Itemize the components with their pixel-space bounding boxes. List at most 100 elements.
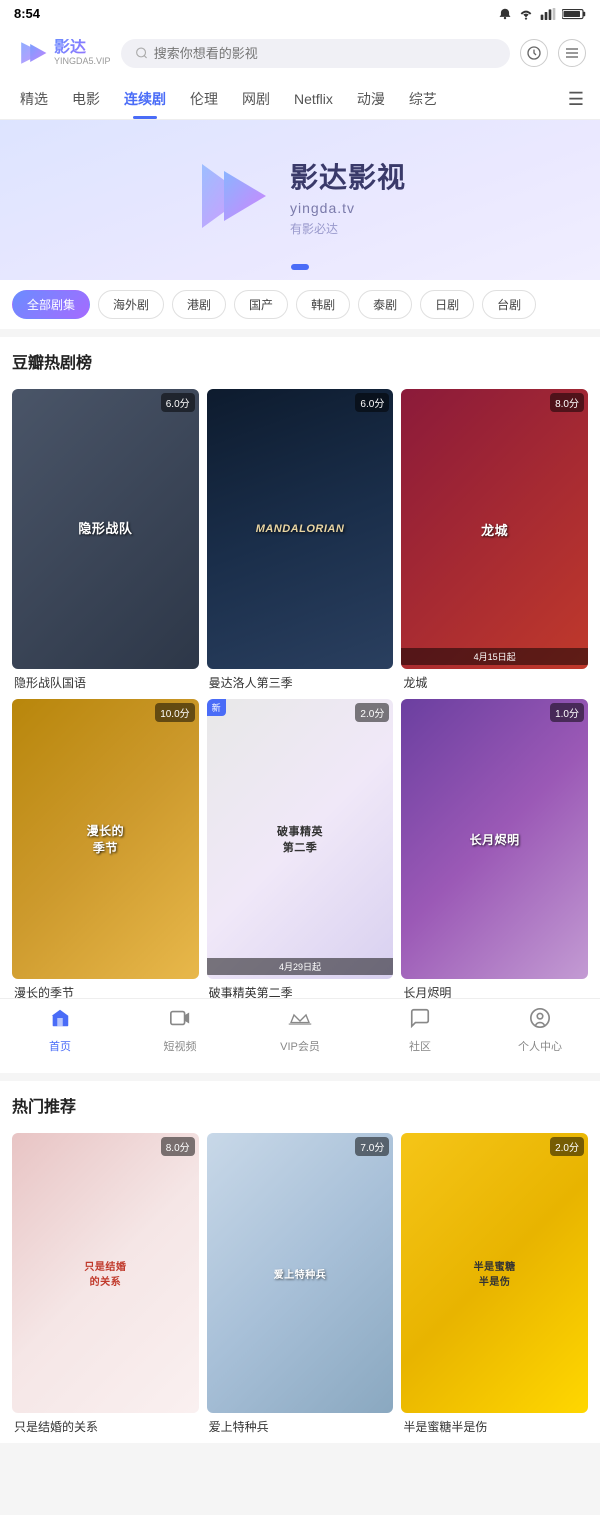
banner-logo-icon bbox=[194, 156, 274, 236]
movie-card-5[interactable]: 破事精英第二季 新 2.0分 4月29日起 破事精英第二季 bbox=[207, 699, 394, 1001]
tag-tai[interactable]: 泰剧 bbox=[358, 290, 412, 319]
status-icons bbox=[498, 7, 586, 21]
banner-title: 影达影视 bbox=[290, 156, 406, 196]
air-date-3: 4月15日起 bbox=[401, 648, 588, 665]
nav-community[interactable]: 社区 bbox=[390, 1007, 450, 1054]
douban-section-title: 豆瓣热剧榜 bbox=[12, 349, 588, 373]
menu-icon-btn[interactable] bbox=[558, 39, 586, 67]
air-date-5: 4月29日起 bbox=[207, 958, 394, 975]
banner-dots bbox=[291, 264, 309, 270]
movie-thumb-5: 破事精英第二季 bbox=[207, 699, 394, 979]
movie-thumb-3: 龙城 bbox=[401, 389, 588, 669]
movie-name-2: 曼达洛人第三季 bbox=[207, 674, 394, 691]
tab-lunli[interactable]: 伦理 bbox=[178, 79, 230, 119]
banner-tagline: 有影必达 bbox=[290, 220, 406, 237]
hot-movie-name-3: 半是蜜糖半是伤 bbox=[401, 1418, 588, 1435]
filter-tags: 全部剧集 海外剧 港剧 国产 韩剧 泰剧 日剧 台剧 bbox=[0, 280, 600, 329]
banner: 影达影视 yingda.tv 有影必达 bbox=[0, 120, 600, 280]
nav-home-label: 首页 bbox=[49, 1038, 71, 1054]
tag-ri[interactable]: 日剧 bbox=[420, 290, 474, 319]
nav-home[interactable]: 首页 bbox=[30, 1007, 90, 1054]
hot-movie-card-3[interactable]: 半是蜜糖半是伤 2.0分 半是蜜糖半是伤 bbox=[401, 1133, 588, 1435]
hot-movie-grid: 只是结婚的关系 8.0分 只是结婚的关系 爱上特种兵 7.0分 爱上特种兵 半是… bbox=[0, 1133, 600, 1443]
hot-section-title: 热门推荐 bbox=[12, 1093, 588, 1117]
logo-main: 影达 bbox=[54, 39, 111, 57]
nav-vip[interactable]: VIP会员 bbox=[270, 1007, 330, 1054]
wifi-icon bbox=[518, 8, 534, 20]
battery-icon bbox=[562, 8, 586, 20]
hot-movie-thumb-3: 半是蜜糖半是伤 bbox=[401, 1133, 588, 1413]
movie-card-1[interactable]: 隐形战队 6.0分 隐形战队国语 bbox=[12, 389, 199, 691]
tag-gang[interactable]: 港剧 bbox=[172, 290, 226, 319]
nav-shortvideo[interactable]: 短视频 bbox=[150, 1007, 210, 1054]
new-badge-5: 新 bbox=[207, 699, 226, 716]
hot-section: 热门推荐 bbox=[0, 1081, 600, 1133]
hot-movie-name-2: 爱上特种兵 bbox=[207, 1418, 394, 1435]
tab-netflix[interactable]: Netflix bbox=[282, 81, 345, 117]
movie-card-4[interactable]: 漫长的季节 10.0分 漫长的季节 bbox=[12, 699, 199, 1001]
vip-icon bbox=[288, 1007, 312, 1035]
score-badge-4: 10.0分 bbox=[155, 703, 194, 722]
tab-jingxuan[interactable]: 精选 bbox=[8, 79, 60, 119]
community-icon bbox=[409, 1007, 431, 1035]
nav-profile[interactable]: 个人中心 bbox=[510, 1007, 570, 1054]
search-icon bbox=[135, 46, 148, 60]
movie-thumb-2: MANDALORIAN bbox=[207, 389, 394, 669]
hot-score-1: 8.0分 bbox=[161, 1137, 195, 1156]
nav-shortvideo-label: 短视频 bbox=[164, 1038, 197, 1054]
movie-card-2[interactable]: MANDALORIAN 6.0分 曼达洛人第三季 bbox=[207, 389, 394, 691]
tab-dongman[interactable]: 动漫 bbox=[345, 79, 397, 119]
notification-icon bbox=[498, 7, 512, 21]
nav-vip-label: VIP会员 bbox=[280, 1038, 320, 1054]
movie-card-6[interactable]: 长月烬明 1.0分 长月烬明 bbox=[401, 699, 588, 1001]
logo-text: 影达 YINGDA5.VIP bbox=[54, 39, 111, 66]
movie-thumb-6: 长月烬明 bbox=[401, 699, 588, 979]
dot-1 bbox=[291, 264, 309, 270]
tag-all[interactable]: 全部剧集 bbox=[12, 290, 90, 319]
search-input[interactable] bbox=[154, 46, 496, 61]
header-icons bbox=[520, 39, 586, 67]
bottom-nav: 首页 短视频 VIP会员 社区 个人中心 bbox=[0, 998, 600, 1066]
nav-community-label: 社区 bbox=[409, 1038, 431, 1054]
hamburger-icon bbox=[564, 45, 580, 61]
hot-movie-name-1: 只是结婚的关系 bbox=[12, 1418, 199, 1435]
hot-score-3: 2.0分 bbox=[550, 1137, 584, 1156]
score-badge-1: 6.0分 bbox=[161, 393, 195, 412]
banner-text: 影达影视 yingda.tv 有影必达 bbox=[290, 156, 406, 237]
logo-icon bbox=[14, 35, 50, 71]
douban-section: 豆瓣热剧榜 bbox=[0, 337, 600, 389]
history-icon-btn[interactable] bbox=[520, 39, 548, 67]
shortvideo-icon bbox=[169, 1007, 191, 1035]
tab-zongyi[interactable]: 综艺 bbox=[397, 79, 449, 119]
tab-lianxuju[interactable]: 连续剧 bbox=[112, 79, 178, 119]
status-time: 8:54 bbox=[14, 6, 40, 21]
hot-movie-thumb-1: 只是结婚的关系 bbox=[12, 1133, 199, 1413]
douban-movie-grid: 隐形战队 6.0分 隐形战队国语 MANDALORIAN 6.0分 曼达洛人第三… bbox=[0, 389, 600, 1009]
banner-content: 影达影视 yingda.tv 有影必达 bbox=[194, 156, 406, 237]
search-bar[interactable] bbox=[121, 39, 510, 68]
tag-taiw[interactable]: 台剧 bbox=[482, 290, 536, 319]
score-badge-6: 1.0分 bbox=[550, 703, 584, 722]
banner-subtitle: yingda.tv bbox=[290, 200, 406, 216]
movie-thumb-4: 漫长的季节 bbox=[12, 699, 199, 979]
home-icon bbox=[49, 1007, 71, 1035]
tab-wangju[interactable]: 网剧 bbox=[230, 79, 282, 119]
tab-dianying[interactable]: 电影 bbox=[60, 79, 112, 119]
movie-name-3: 龙城 bbox=[401, 674, 588, 691]
logo-sub: YINGDA5.VIP bbox=[54, 57, 111, 67]
nav-more-menu[interactable]: ☰ bbox=[560, 81, 592, 118]
movie-thumb-1: 隐形战队 bbox=[12, 389, 199, 669]
score-badge-3: 8.0分 bbox=[550, 393, 584, 412]
profile-icon bbox=[529, 1007, 551, 1035]
tag-haiwai[interactable]: 海外剧 bbox=[98, 290, 164, 319]
tag-guochan[interactable]: 国产 bbox=[234, 290, 288, 319]
hot-movie-card-2[interactable]: 爱上特种兵 7.0分 爱上特种兵 bbox=[207, 1133, 394, 1435]
logo[interactable]: 影达 YINGDA5.VIP bbox=[14, 35, 111, 71]
tag-han[interactable]: 韩剧 bbox=[296, 290, 350, 319]
movie-card-3[interactable]: 龙城 8.0分 4月15日起 龙城 bbox=[401, 389, 588, 691]
hot-movie-card-1[interactable]: 只是结婚的关系 8.0分 只是结婚的关系 bbox=[12, 1133, 199, 1435]
history-icon bbox=[526, 45, 542, 61]
movie-name-1: 隐形战队国语 bbox=[12, 674, 199, 691]
hot-score-2: 7.0分 bbox=[355, 1137, 389, 1156]
status-bar: 8:54 bbox=[0, 0, 600, 27]
